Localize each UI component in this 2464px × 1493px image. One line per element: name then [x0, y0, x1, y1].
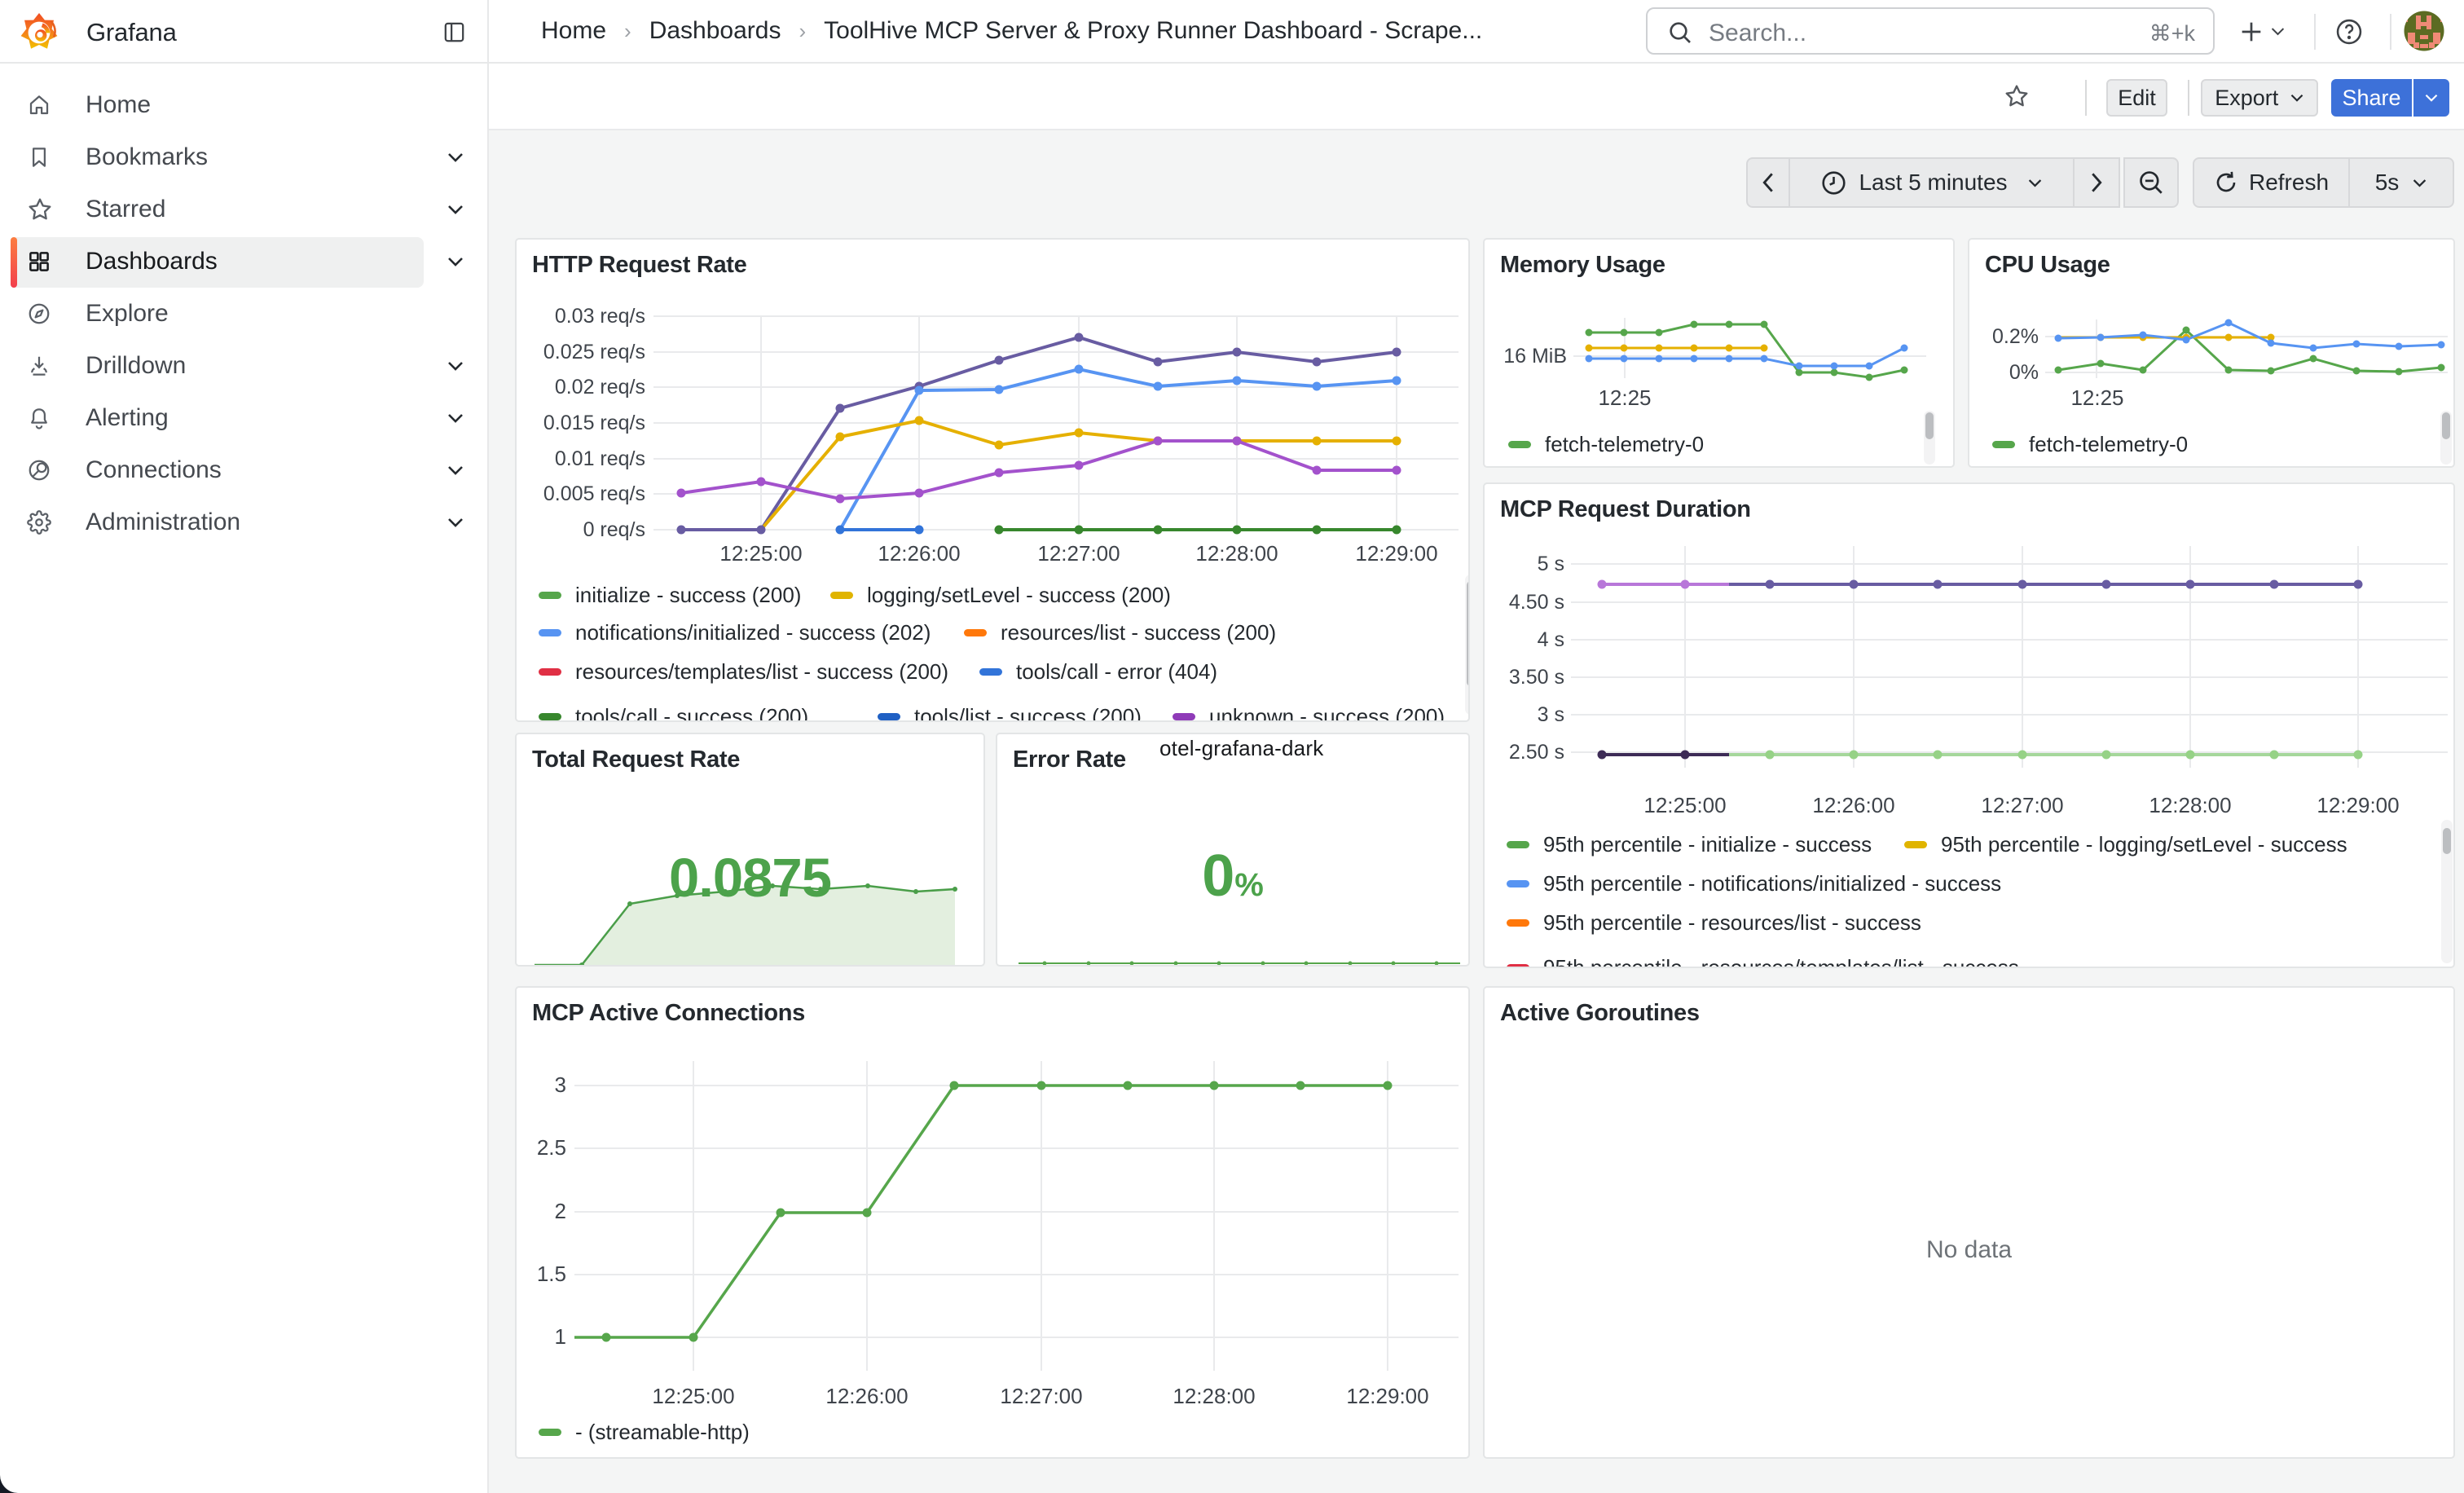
svg-text:0%: 0% — [2009, 361, 2039, 384]
svg-text:12:28:00: 12:28:00 — [1173, 1384, 1255, 1408]
svg-text:0.01 req/s: 0.01 req/s — [555, 447, 645, 470]
svg-text:0.015 req/s: 0.015 req/s — [543, 412, 645, 434]
svg-text:12:25: 12:25 — [1598, 385, 1651, 410]
svg-text:2.5: 2.5 — [537, 1135, 566, 1160]
svg-text:12:26:00: 12:26:00 — [1812, 793, 1894, 817]
svg-text:4.50 s: 4.50 s — [1509, 591, 1564, 614]
svg-text:0.025 req/s: 0.025 req/s — [543, 341, 645, 363]
svg-text:12:26:00: 12:26:00 — [825, 1384, 908, 1408]
svg-text:5 s: 5 s — [1538, 553, 1564, 575]
svg-text:0.02 req/s: 0.02 req/s — [555, 376, 645, 399]
svg-text:12:27:00: 12:27:00 — [1000, 1384, 1082, 1408]
svg-text:12:25:00: 12:25:00 — [652, 1384, 734, 1408]
svg-text:1: 1 — [555, 1324, 566, 1349]
svg-text:0.03 req/s: 0.03 req/s — [555, 305, 645, 328]
svg-text:12:29:00: 12:29:00 — [2317, 793, 2399, 817]
svg-text:12:29:00: 12:29:00 — [1355, 541, 1437, 566]
svg-text:12:25:00: 12:25:00 — [1643, 793, 1726, 817]
svg-text:12:28:00: 12:28:00 — [2149, 793, 2231, 817]
svg-text:12:25:00: 12:25:00 — [719, 541, 802, 566]
svg-text:0.005 req/s: 0.005 req/s — [543, 482, 645, 505]
svg-text:3: 3 — [555, 1072, 566, 1097]
svg-text:0.2%: 0.2% — [1992, 325, 2039, 348]
svg-text:12:28:00: 12:28:00 — [1195, 541, 1278, 566]
svg-text:12:27:00: 12:27:00 — [1981, 793, 2063, 817]
svg-text:1.5: 1.5 — [537, 1262, 566, 1286]
svg-text:4 s: 4 s — [1538, 628, 1564, 651]
svg-text:16 MiB: 16 MiB — [1503, 345, 1567, 368]
svg-text:12:27:00: 12:27:00 — [1037, 541, 1120, 566]
svg-text:3.50 s: 3.50 s — [1509, 666, 1564, 689]
svg-text:0 req/s: 0 req/s — [583, 518, 645, 541]
svg-text:2: 2 — [555, 1199, 566, 1223]
svg-text:3 s: 3 s — [1538, 703, 1564, 726]
svg-text:12:29:00: 12:29:00 — [1346, 1384, 1428, 1408]
svg-text:12:25: 12:25 — [2070, 385, 2123, 410]
svg-text:12:26:00: 12:26:00 — [878, 541, 960, 566]
svg-text:2.50 s: 2.50 s — [1509, 741, 1564, 764]
